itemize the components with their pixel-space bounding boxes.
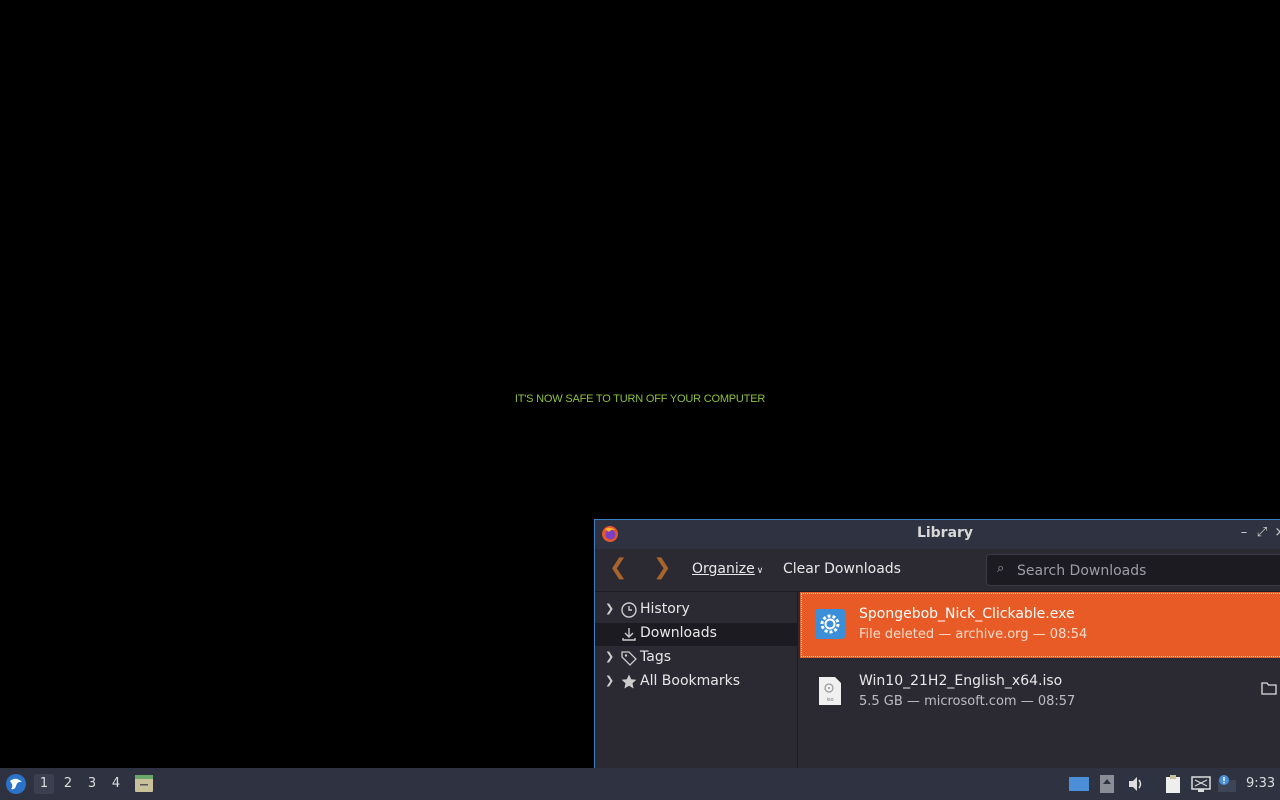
minimize-button[interactable]: – <box>1235 525 1253 540</box>
notification-icon[interactable] <box>1216 774 1238 794</box>
download-item-spongebob[interactable]: Spongebob_Nick_Clickable.exe File delete… <box>800 592 1280 658</box>
downloads-list: Spongebob_Nick_Clickable.exe File delete… <box>800 592 1280 768</box>
network-icon[interactable] <box>1190 774 1212 794</box>
taskbar: 1 2 3 4 9:33 <box>0 768 1280 800</box>
tag-icon <box>621 651 637 666</box>
sidebar-item-history[interactable]: ❯ History <box>595 599 797 622</box>
sidebar-item-label: Tags <box>640 649 671 665</box>
workspace-1[interactable]: 1 <box>34 774 54 794</box>
chevron-right-icon[interactable]: ❯ <box>605 650 614 663</box>
sidebar: ❯ History Downloads ❯ Tags ❯ All Bookmar… <box>595 592 798 768</box>
chevron-down-icon: ∨ <box>756 566 764 576</box>
workspace-3[interactable]: 3 <box>82 776 102 791</box>
svg-text:iso: iso <box>826 697 833 703</box>
volume-icon[interactable] <box>1126 774 1146 794</box>
sidebar-item-label: History <box>640 601 690 617</box>
back-button[interactable]: ❮ <box>609 557 627 579</box>
sidebar-item-tags[interactable]: ❯ Tags <box>595 647 797 670</box>
clock-icon <box>621 602 637 618</box>
shutdown-message: IT'S NOW SAFE TO TURN OFF YOUR COMPUTER <box>514 393 766 405</box>
chevron-right-icon[interactable]: ❯ <box>605 674 614 687</box>
library-window: Library –⤢× ❮ ❯ Organize∨ Clear Download… <box>594 519 1280 768</box>
maximize-button[interactable]: ⤢ <box>1253 525 1271 540</box>
chevron-right-icon[interactable]: ❯ <box>605 602 614 615</box>
download-status: File deleted — archive.org — 08:54 <box>859 627 1088 642</box>
forward-button[interactable]: ❯ <box>653 557 671 579</box>
clear-downloads-button[interactable]: Clear Downloads <box>783 561 901 577</box>
close-button[interactable]: × <box>1271 525 1280 540</box>
sidebar-item-all-bookmarks[interactable]: ❯ All Bookmarks <box>595 671 797 694</box>
download-icon <box>622 628 636 641</box>
window-title: Library <box>916 525 974 541</box>
search-input[interactable] <box>1015 560 1280 582</box>
toolbar: ❮ ❯ Organize ∨ Clear Downloads ⌕ <box>595 549 1280 592</box>
gear-icon <box>815 609 845 639</box>
sidebar-item-label: Downloads <box>640 625 717 641</box>
start-menu-icon[interactable] <box>5 773 27 795</box>
workspace-2[interactable]: 2 <box>58 776 78 791</box>
clock[interactable]: 9:33 <box>1246 776 1275 791</box>
desktop-icon[interactable] <box>1068 774 1090 794</box>
search-icon: ⌕ <box>997 561 1005 576</box>
search-box[interactable]: ⌕ <box>986 554 1280 586</box>
organize-label: Organize <box>692 561 755 577</box>
download-item-win10-iso[interactable]: iso Win10_21H2_English_x64.iso 5.5 GB — … <box>800 659 1280 725</box>
eject-icon[interactable] <box>1099 774 1115 794</box>
file-manager-icon[interactable] <box>134 774 154 794</box>
folder-icon[interactable] <box>1261 681 1277 695</box>
download-status: 5.5 GB — microsoft.com — 08:57 <box>859 694 1076 709</box>
clipboard-icon[interactable] <box>1163 774 1183 794</box>
download-filename: Win10_21H2_English_x64.iso <box>859 673 1063 689</box>
organize-menu-button[interactable]: Organize ∨ <box>692 561 763 577</box>
workspace-4[interactable]: 4 <box>106 776 126 791</box>
download-filename: Spongebob_Nick_Clickable.exe <box>859 606 1075 622</box>
sidebar-item-label: All Bookmarks <box>640 673 741 689</box>
star-icon <box>621 674 637 689</box>
title-bar[interactable]: Library –⤢× <box>595 520 1280 549</box>
iso-file-icon: iso <box>819 677 841 705</box>
sidebar-item-downloads[interactable]: Downloads <box>595 623 797 646</box>
